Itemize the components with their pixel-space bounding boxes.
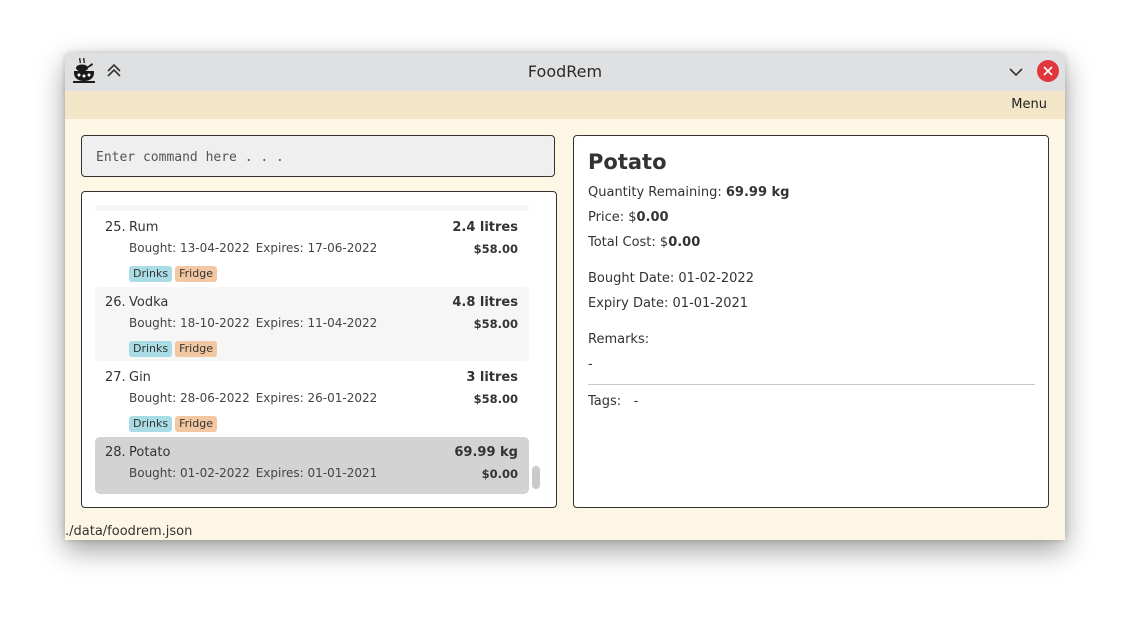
item-tags: Drinks Fridge [129, 262, 220, 282]
tag-fridge: Fridge [175, 416, 217, 432]
item-index: 26. [105, 295, 126, 310]
item-expires: Expires: 11-04-2022 [255, 316, 378, 330]
item-dates: Bought: 28-06-2022 Expires: 26-01-2022 [129, 391, 377, 405]
detail-quantity-label: Quantity Remaining: [588, 185, 722, 200]
detail-tags: Tags: - [588, 394, 638, 409]
tag-drinks: Drinks [129, 341, 173, 357]
item-expires: Expires: 17-06-2022 [255, 241, 378, 255]
item-quantity: 2.4 litres [452, 220, 518, 235]
item-index: 27. [105, 370, 126, 385]
item-index: 28. [105, 445, 126, 460]
item-index: 25. [105, 220, 126, 235]
minimize-icon[interactable] [1007, 63, 1025, 81]
item-expires: Expires: 26-01-2022 [255, 391, 378, 405]
command-input[interactable] [94, 136, 538, 178]
item-quantity: 4.8 litres [452, 295, 518, 310]
list-item[interactable]: 25. Rum Bought: 13-04-2022 Expires: 17-06… [95, 212, 529, 284]
detail-item-name: Potato [588, 150, 667, 174]
close-icon[interactable] [1037, 60, 1059, 82]
menu-bar: Menu [65, 91, 1065, 119]
item-price: $58.00 [473, 317, 518, 331]
detail-panel: Potato Quantity Remaining: 69.99 kg Pric… [573, 135, 1049, 508]
item-tags: Drinks Fridge [129, 412, 220, 432]
item-price: $58.00 [473, 392, 518, 406]
item-dates: Bought: 13-04-2022 Expires: 17-06-2022 [129, 241, 377, 255]
list-scrollbar[interactable] [532, 466, 540, 489]
tag-drinks: Drinks [129, 416, 173, 432]
item-name: Gin [129, 370, 151, 385]
menu-button[interactable]: Menu [1011, 91, 1047, 119]
app-window: FoodRem Menu 25. Rum Bought: 13-04-2022 E… [65, 53, 1065, 540]
detail-bought-date: Bought Date: 01-02-2022 [588, 271, 754, 286]
window-title: FoodRem [527, 62, 603, 81]
item-dates: Bought: 18-10-2022 Expires: 11-04-2022 [129, 316, 377, 330]
item-quantity: 69.99 kg [454, 445, 518, 460]
list-item-partial [95, 205, 529, 211]
command-box [81, 135, 555, 178]
item-name: Potato [129, 445, 171, 460]
item-tags: Drinks Fridge [129, 337, 220, 357]
item-bought: Bought: 01-02-2022 [129, 466, 250, 480]
tag-fridge: Fridge [175, 341, 217, 357]
tag-drinks: Drinks [129, 266, 173, 282]
item-expires: Expires: 01-01-2021 [255, 466, 378, 480]
detail-price: Price: $0.00 [588, 210, 669, 225]
detail-price-label: Price: $ [588, 210, 637, 225]
detail-quantity-value: 69.99 kg [725, 185, 790, 200]
list-item[interactable]: 27. Gin Bought: 28-06-2022 Expires: 26-01… [95, 362, 529, 434]
detail-total-cost: Total Cost: $0.00 [588, 235, 700, 250]
list-item[interactable]: 26. Vodka Bought: 18-10-2022 Expires: 11-… [95, 287, 529, 361]
detail-quantity: Quantity Remaining: 69.99 kg [588, 185, 789, 200]
detail-total-label: Total Cost: $ [588, 235, 669, 250]
detail-price-value: 0.00 [636, 210, 669, 225]
status-bar-path: ./data/foodrem.json [65, 524, 193, 539]
detail-tags-value: - [633, 394, 639, 409]
detail-remarks-label: Remarks: [588, 332, 650, 347]
detail-divider [588, 384, 1035, 385]
item-price: $0.00 [481, 467, 518, 481]
item-bought: Bought: 13-04-2022 [129, 241, 250, 255]
item-price: $58.00 [473, 242, 518, 256]
title-bar: FoodRem [65, 53, 1065, 91]
item-bought: Bought: 18-10-2022 [129, 316, 250, 330]
item-bought: Bought: 28-06-2022 [129, 391, 250, 405]
detail-tags-label: Tags: [588, 394, 622, 409]
item-name: Vodka [129, 295, 169, 310]
item-name: Rum [129, 220, 159, 235]
item-dates: Bought: 01-02-2022 Expires: 01-01-2021 [129, 466, 377, 480]
item-quantity: 3 litres [466, 370, 518, 385]
detail-remarks-value: - [588, 357, 593, 372]
detail-total-value: 0.00 [668, 235, 701, 250]
item-list: 25. Rum Bought: 13-04-2022 Expires: 17-06… [81, 191, 557, 508]
list-item-selected[interactable]: 28. Potato Bought: 01-02-2022 Expires: 01… [95, 437, 529, 494]
tag-fridge: Fridge [175, 266, 217, 282]
detail-expiry-date: Expiry Date: 01-01-2021 [588, 296, 749, 311]
